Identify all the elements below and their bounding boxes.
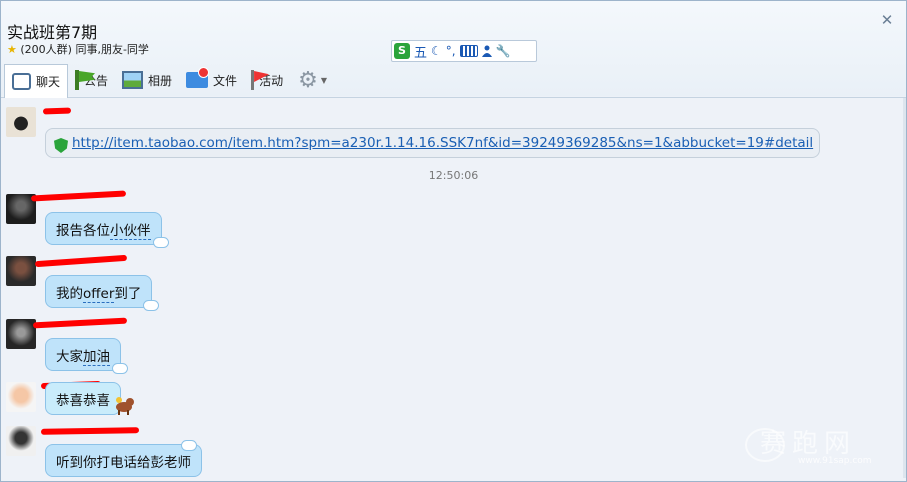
gear-icon[interactable]: ⚙: [298, 68, 318, 93]
photo-icon: [122, 71, 144, 89]
message-text: 我的: [56, 286, 83, 302]
sogou-logo-icon[interactable]: S: [394, 43, 410, 59]
ime-toolbar[interactable]: S 五 ☾ °, 🔧: [391, 40, 537, 62]
star-icon: ★: [7, 43, 17, 56]
tab-files[interactable]: 文件: [179, 65, 244, 95]
tab-announcement[interactable]: 公告: [68, 65, 115, 95]
moon-icon[interactable]: ☾: [431, 44, 442, 58]
tab-label: 聊天: [36, 74, 61, 89]
tab-label: 相册: [148, 73, 173, 88]
tab-album[interactable]: 相册: [115, 65, 179, 95]
avatar[interactable]: [6, 319, 36, 349]
toolbar: 聊天 公告 相册 文件 活动 ⚙ ▼: [1, 63, 906, 98]
close-icon[interactable]: ✕: [877, 11, 897, 29]
redacted-sender: [34, 254, 128, 268]
avatar[interactable]: [6, 426, 36, 456]
tab-label: 文件: [213, 73, 238, 88]
folder-icon: [186, 67, 210, 88]
avatar[interactable]: [6, 382, 36, 412]
message-text: 报告各位: [56, 223, 110, 239]
redacted-sender: [30, 190, 127, 202]
message-bubble: 恭喜恭喜: [45, 382, 121, 415]
group-subtitle: ★ (200人群) 同事,朋友-同学: [7, 41, 149, 57]
watermark: 赛跑网: [760, 429, 857, 459]
message-text-highlight[interactable]: 小伙伴: [110, 223, 151, 240]
redacted-sender: [40, 427, 140, 435]
cloud-icon: [112, 363, 128, 374]
title-bar: 实战班第7期 ★ (200人群) 同事,朋友-同学 S 五 ☾ °, 🔧 ✕: [1, 1, 906, 63]
horse-sticker-icon: [116, 397, 134, 415]
cloud-icon: [181, 440, 197, 451]
message-text: 听到你打电话给彭老师: [56, 455, 191, 471]
keyboard-icon[interactable]: [459, 45, 478, 57]
cloud-icon: [143, 300, 160, 311]
message-text: 到了: [114, 286, 142, 302]
chevron-down-icon[interactable]: ▼: [321, 76, 327, 85]
shield-icon: [54, 138, 68, 153]
chat-bubble-icon: [12, 72, 31, 90]
message-text: 大家: [56, 349, 83, 365]
message-text-highlight[interactable]: 加油: [83, 349, 110, 366]
redacted-sender: [32, 317, 128, 329]
message-bubble: 我的offer到了: [45, 275, 160, 311]
message-bubble: 听到你打电话给彭老师: [45, 440, 202, 477]
message-link[interactable]: http://item.taobao.com/item.htm?spm=a230…: [72, 135, 813, 151]
message-text: 恭喜恭喜: [56, 393, 110, 409]
tab-chat[interactable]: 聊天: [4, 63, 69, 98]
avatar[interactable]: [6, 256, 36, 286]
scrollbar[interactable]: [903, 98, 906, 478]
timestamp: 12:50:06: [428, 169, 479, 182]
message-bubble: 报告各位小伙伴: [45, 212, 169, 248]
ime-mode[interactable]: 五: [414, 42, 427, 61]
chat-window: 实战班第7期 ★ (200人群) 同事,朋友-同学 S 五 ☾ °, 🔧 ✕ 聊…: [0, 0, 907, 482]
user-icon[interactable]: [481, 45, 492, 57]
tab-activity[interactable]: 活动: [244, 65, 290, 95]
wrench-icon[interactable]: 🔧: [496, 44, 511, 58]
flag-icon: [75, 70, 80, 90]
red-flag-icon: [251, 70, 255, 90]
message-bubble: 大家加油: [45, 338, 128, 374]
punctuation-toggle[interactable]: °,: [446, 44, 456, 58]
group-tags: 同事,朋友-同学: [75, 43, 149, 56]
group-title: 实战班第7期: [7, 23, 98, 42]
message-text-highlight[interactable]: offer: [83, 286, 115, 303]
message-bubble: http://item.taobao.com/item.htm?spm=a230…: [45, 128, 821, 158]
member-count: (200人群): [20, 43, 72, 56]
redacted-sender: [42, 107, 72, 115]
avatar[interactable]: [6, 107, 36, 137]
cloud-icon: [152, 237, 169, 248]
watermark-url: www.91sap.com: [798, 456, 872, 466]
